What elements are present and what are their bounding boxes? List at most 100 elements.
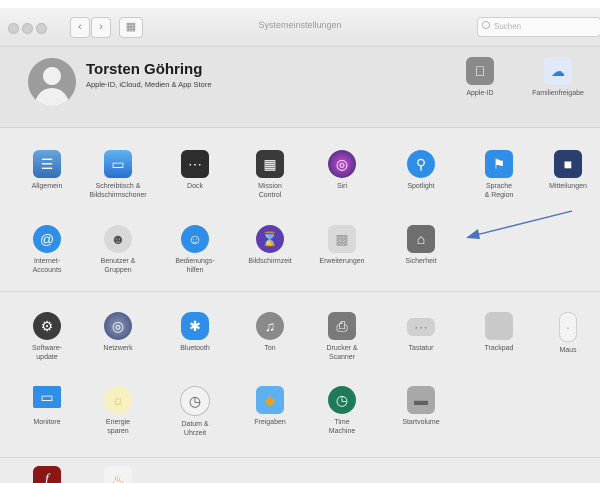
pane-label: Mitteilungen — [549, 183, 587, 190]
pane-label: Erweiterungen — [319, 258, 365, 265]
family-sharing-icon: ☁ — [544, 57, 572, 85]
date-time-icon: ◷ — [180, 386, 210, 416]
pane-label: Datum & Uhrzeit — [181, 421, 209, 437]
bluetooth-icon: ✱ — [181, 312, 209, 340]
pane-internet-accounts[interactable]: @ Internet- Accounts — [15, 225, 79, 275]
pane-language-region[interactable]: ⚑ Sprache & Region — [467, 150, 531, 200]
pane-date-time[interactable]: ◷ Datum & Uhrzeit — [163, 386, 227, 438]
mouse-icon: · — [559, 312, 577, 342]
desktop-icon: ▭ — [104, 150, 132, 178]
pane-java[interactable]: ♨ — [86, 466, 150, 483]
pane-energy-saver[interactable]: ☼ Energie sparen — [86, 386, 150, 436]
pane-label: Internet- Accounts — [32, 258, 62, 274]
printer-icon: ⎙ — [328, 312, 356, 340]
pane-notifications[interactable]: ■ Mitteilungen — [536, 150, 600, 191]
pane-label: Bedienungs- hilfen — [175, 258, 215, 274]
users-groups-icon: ☻ — [104, 225, 132, 253]
startup-disk-icon: ▬ — [407, 386, 435, 414]
user-name: Torsten Göhring — [86, 61, 203, 78]
zoom-button[interactable] — [36, 23, 47, 34]
pane-label: Freigaben — [254, 419, 286, 426]
mission-control-icon: ▦ — [256, 150, 284, 178]
title-bar: ‹ › ▦ Systemeinstellungen Suchen — [0, 8, 600, 47]
pane-apple-id[interactable]:  Apple-ID — [448, 57, 512, 98]
accessibility-icon: ☺ — [181, 225, 209, 253]
displays-icon: ▭ — [33, 386, 61, 408]
pane-label: Sprache & Region — [484, 183, 514, 199]
user-band: Torsten Göhring Apple-ID, iCloud, Medien… — [0, 47, 600, 128]
pane-label: Schreibtisch & Bildschirmschoner — [89, 183, 147, 199]
internet-accounts-icon: @ — [33, 225, 61, 253]
section-hardware: ⚙ Software- update ◎ Netzwerk ✱ Bluetoot… — [0, 292, 600, 458]
pane-extensions[interactable]: ▩ Erweiterungen — [310, 225, 374, 266]
pane-family-sharing[interactable]: ☁ Familienfreigabe — [526, 57, 590, 98]
pane-general[interactable]: ☰ Allgemein — [15, 150, 79, 191]
extensions-icon: ▩ — [328, 225, 356, 253]
pane-spotlight[interactable]: ⚲ Spotlight — [389, 150, 453, 191]
pane-label: Bildschirmzeit — [248, 258, 292, 265]
pane-mouse[interactable]: · Maus — [536, 312, 600, 355]
pane-label: Maus — [559, 347, 577, 354]
pane-label: Software- update — [32, 345, 62, 361]
minimize-button[interactable] — [22, 23, 33, 34]
pane-label: Netzwerk — [103, 345, 133, 352]
pane-printers[interactable]: ⎙ Drucker & Scanner — [310, 312, 374, 362]
pane-flash-player[interactable]: f — [15, 466, 79, 483]
general-icon: ☰ — [33, 150, 61, 178]
close-button[interactable] — [8, 23, 19, 34]
pane-dock[interactable]: ⋯ Dock — [163, 150, 227, 191]
pane-label: Time Machine — [328, 419, 356, 435]
pane-time-machine[interactable]: ◷ Time Machine — [310, 386, 374, 436]
pane-sound[interactable]: ♫ Ton — [238, 312, 302, 353]
pane-label: Spotlight — [407, 183, 435, 190]
pane-label: Trackpad — [484, 345, 514, 352]
search-placeholder: Suchen — [494, 22, 522, 31]
pane-displays[interactable]: ▭ Monitore — [15, 386, 79, 427]
language-region-icon: ⚑ — [485, 150, 513, 178]
pane-users-groups[interactable]: ☻ Benutzer & Gruppen — [86, 225, 150, 275]
spotlight-icon: ⚲ — [407, 150, 435, 178]
pane-label: Siri — [336, 183, 348, 190]
pane-siri[interactable]: ◎ Siri — [310, 150, 374, 191]
avatar[interactable] — [28, 58, 76, 106]
forward-button[interactable]: › — [91, 17, 111, 38]
pane-network[interactable]: ◎ Netzwerk — [86, 312, 150, 353]
pane-label: Ton — [264, 345, 276, 352]
section-personal: ☰ Allgemein ▭ Schreibtisch & Bildschirms… — [0, 128, 600, 292]
network-icon: ◎ — [104, 312, 132, 340]
pane-label: Tastatur — [408, 345, 434, 352]
dock-icon: ⋯ — [181, 150, 209, 178]
pane-label: Bluetooth — [180, 345, 210, 352]
pane-label: Allgemein — [31, 183, 63, 190]
system-preferences-window: ‹ › ▦ Systemeinstellungen Suchen Torsten… — [0, 8, 600, 483]
pane-bluetooth[interactable]: ✱ Bluetooth — [163, 312, 227, 353]
pane-security[interactable]: ⌂ Sicherheit — [389, 225, 453, 266]
keyboard-icon: ⋯ — [407, 318, 435, 336]
pane-label: Startvolume — [402, 419, 440, 426]
pane-sharing[interactable]: ◆ Freigaben — [238, 386, 302, 427]
pane-mission-control[interactable]: ▦ Mission Control — [238, 150, 302, 200]
pane-trackpad[interactable]: □ Trackpad — [467, 312, 531, 353]
pane-label: Sicherheit — [405, 258, 437, 265]
sound-icon: ♫ — [256, 312, 284, 340]
search-field[interactable]: Suchen — [477, 17, 600, 37]
pane-desktop[interactable]: ▭ Schreibtisch & Bildschirmschoner — [86, 150, 150, 200]
trackpad-icon: □ — [485, 312, 513, 340]
pane-accessibility[interactable]: ☺ Bedienungs- hilfen — [163, 225, 227, 275]
java-icon: ♨ — [104, 466, 132, 483]
pane-label: Mission Control — [258, 183, 282, 199]
pane-keyboard[interactable]: ⋯ Tastatur — [389, 312, 453, 353]
pane-label: Dock — [187, 183, 203, 190]
screen-time-icon: ⌛ — [256, 225, 284, 253]
back-button[interactable]: ‹ — [70, 17, 90, 38]
user-subtitle: Apple-ID, iCloud, Medien & App Store — [86, 80, 212, 89]
pane-label: Energie sparen — [105, 419, 131, 435]
pane-screen-time[interactable]: ⌛ Bildschirmzeit — [238, 225, 302, 266]
time-machine-icon: ◷ — [328, 386, 356, 414]
section-other: f ♨ — [0, 458, 600, 483]
pane-startup-disk[interactable]: ▬ Startvolume — [389, 386, 453, 427]
pane-label: Apple-ID — [466, 90, 494, 97]
show-all-button[interactable]: ▦ — [119, 17, 143, 38]
notifications-icon: ■ — [554, 150, 582, 178]
pane-software-update[interactable]: ⚙ Software- update — [15, 312, 79, 362]
